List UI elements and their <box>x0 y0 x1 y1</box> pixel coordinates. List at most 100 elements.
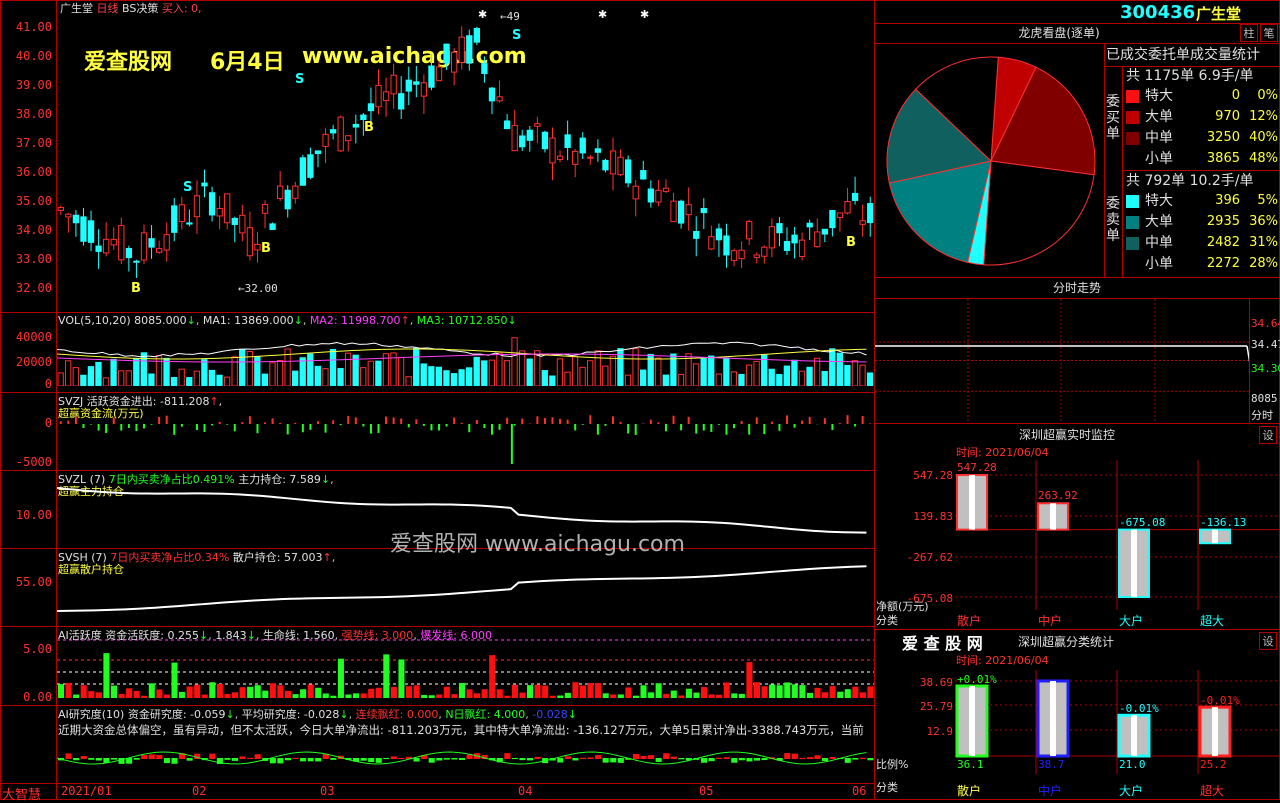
vol-axis-label: 20000 <box>2 355 52 369</box>
category-label: 散户 <box>957 612 981 629</box>
price-axis-label: 35.00 <box>2 194 52 208</box>
class-title: 深圳超赢分类统计 <box>1018 633 1114 650</box>
monitor-settings-button[interactable]: 设 <box>1259 426 1277 444</box>
sell-count: 2272 <box>1180 256 1240 271</box>
intraday-axis-label: 34.47 <box>1251 338 1280 351</box>
buy-row: 中单 <box>1126 128 1173 148</box>
price-axis-label: 39.00 <box>2 78 52 92</box>
divider <box>0 783 875 784</box>
class-category-title: 分类 <box>876 779 898 795</box>
sell-row: 特大 <box>1126 191 1173 211</box>
sell-pct: 28% <box>1240 256 1278 271</box>
software-brand: 大智慧 <box>2 784 41 803</box>
category-label: 大户 <box>1119 612 1143 629</box>
sell-count: 2935 <box>1180 214 1240 229</box>
buy-row: 特大 <box>1126 86 1173 106</box>
monitor-axis-label: -267.62 <box>905 551 953 564</box>
buy-signal-label: B <box>261 241 271 256</box>
order-stat-title: 已成交委托单成交量统计 <box>1106 44 1260 64</box>
class-axis-label: 25.79 <box>905 700 953 713</box>
star-icon: ✱ <box>640 8 649 21</box>
price-axis-label: 36.00 <box>2 165 52 179</box>
net-amount-value: 263.92 <box>1038 489 1078 502</box>
bar-mode-button[interactable]: 柱 <box>1240 24 1258 42</box>
date-label: 2021/01 <box>61 784 112 798</box>
ai-axis-label: 0.00 <box>2 690 52 704</box>
buy-pct: 12% <box>1240 109 1278 124</box>
buy-signal-label: B <box>131 281 141 296</box>
ai-axis-label: 5.00 <box>2 642 52 656</box>
pie-slice <box>984 161 1094 265</box>
sell-row: 大单 <box>1126 212 1173 232</box>
class-ratio-value: 38.7 <box>1038 758 1065 771</box>
legend-swatch <box>1126 132 1139 145</box>
category-axis-title: 分类 <box>876 612 898 628</box>
class-settings-button[interactable]: 设 <box>1259 632 1277 650</box>
buy-count: 970 <box>1180 109 1240 124</box>
monitor-title: 深圳超赢实时监控 <box>874 426 1260 443</box>
stock-title: 广生堂 <box>1196 3 1241 24</box>
svzj-axis-label: 0 <box>2 416 52 430</box>
net-amount-value: -136.13 <box>1200 516 1246 529</box>
price-axis-label: 32.00 <box>2 281 52 295</box>
legend-label: 小单 <box>1145 256 1173 272</box>
star-icon: ✱ <box>478 8 487 21</box>
sell-side-label: 委卖单 <box>1106 196 1122 244</box>
stock-code: 300436 <box>1120 2 1195 23</box>
watermark-mid: 爱查股网 www.aichagu.com <box>390 526 685 558</box>
class-brand: 爱 查 股 网 <box>902 630 983 654</box>
vol-axis-label: 40000 <box>2 330 52 344</box>
buy-signal-label: B <box>364 120 374 135</box>
class-ratio-value: 21.0 <box>1119 758 1146 771</box>
divider <box>0 312 875 313</box>
date-label: 02 <box>192 784 206 798</box>
monitor-axis-label: 139.83 <box>905 510 953 523</box>
date-label: 05 <box>699 784 713 798</box>
buy-count: 3865 <box>1180 151 1240 166</box>
min-price-label: ←32.00 <box>238 282 278 295</box>
legend-label: 特大 <box>1145 193 1173 209</box>
buy-signal-label: B <box>846 235 856 250</box>
sell-count: 2482 <box>1180 235 1240 250</box>
legend-swatch <box>1126 216 1139 229</box>
date-label: 04 <box>518 784 532 798</box>
svzl-axis-label: 10.00 <box>2 508 52 522</box>
net-amount-value: 547.28 <box>957 461 997 474</box>
ai-activity-chart <box>57 636 874 704</box>
top-marker-label: ←49 <box>500 10 520 23</box>
net-amount-value: -675.08 <box>1119 516 1165 529</box>
class-time: 时间: 2021/06/04 <box>956 652 1049 668</box>
intraday-axis-label: 8085 <box>1251 392 1278 405</box>
class-axis-label: 38.69 <box>905 676 953 689</box>
price-axis-label: 40.00 <box>2 49 52 63</box>
sell-pct: 36% <box>1240 214 1278 229</box>
order-pie-chart <box>880 50 1102 272</box>
vol-axis-label: 0 <box>2 377 52 391</box>
net-amount-bar-chart <box>955 460 1280 610</box>
candlestick-chart <box>57 12 874 312</box>
dragon-panel-title: 龙虎看盘(逐单) <box>874 24 1244 41</box>
tick-mode-button[interactable]: 笔 <box>1260 24 1278 42</box>
sell-pct: 31% <box>1240 235 1278 250</box>
price-axis-label: 34.00 <box>2 223 52 237</box>
svzj-axis-label: -5000 <box>2 455 52 469</box>
price-axis-label: 38.00 <box>2 107 52 121</box>
legend-swatch <box>1126 153 1139 166</box>
intraday-chart <box>875 299 1250 422</box>
class-ratio-bar-chart <box>955 670 1280 774</box>
class-ratio-value: 36.1 <box>957 758 984 771</box>
category-label: 超大 <box>1200 782 1224 799</box>
intraday-axis-label: 34.64 <box>1251 317 1280 330</box>
class-change-label: -0.01% <box>1200 694 1240 707</box>
legend-label: 小单 <box>1145 151 1173 167</box>
buy-count: 3250 <box>1180 130 1240 145</box>
price-axis-label: 41.00 <box>2 20 52 34</box>
retail-position-chart <box>57 556 874 624</box>
legend-label: 大单 <box>1145 214 1173 230</box>
buy-row: 大单 <box>1126 107 1173 127</box>
star-icon: ✱ <box>598 8 607 21</box>
sell-total: 共 792单 10.2手/单 <box>1126 171 1254 191</box>
buy-count: 0 <box>1180 88 1240 103</box>
legend-swatch <box>1126 195 1139 208</box>
buy-pct: 48% <box>1240 151 1278 166</box>
